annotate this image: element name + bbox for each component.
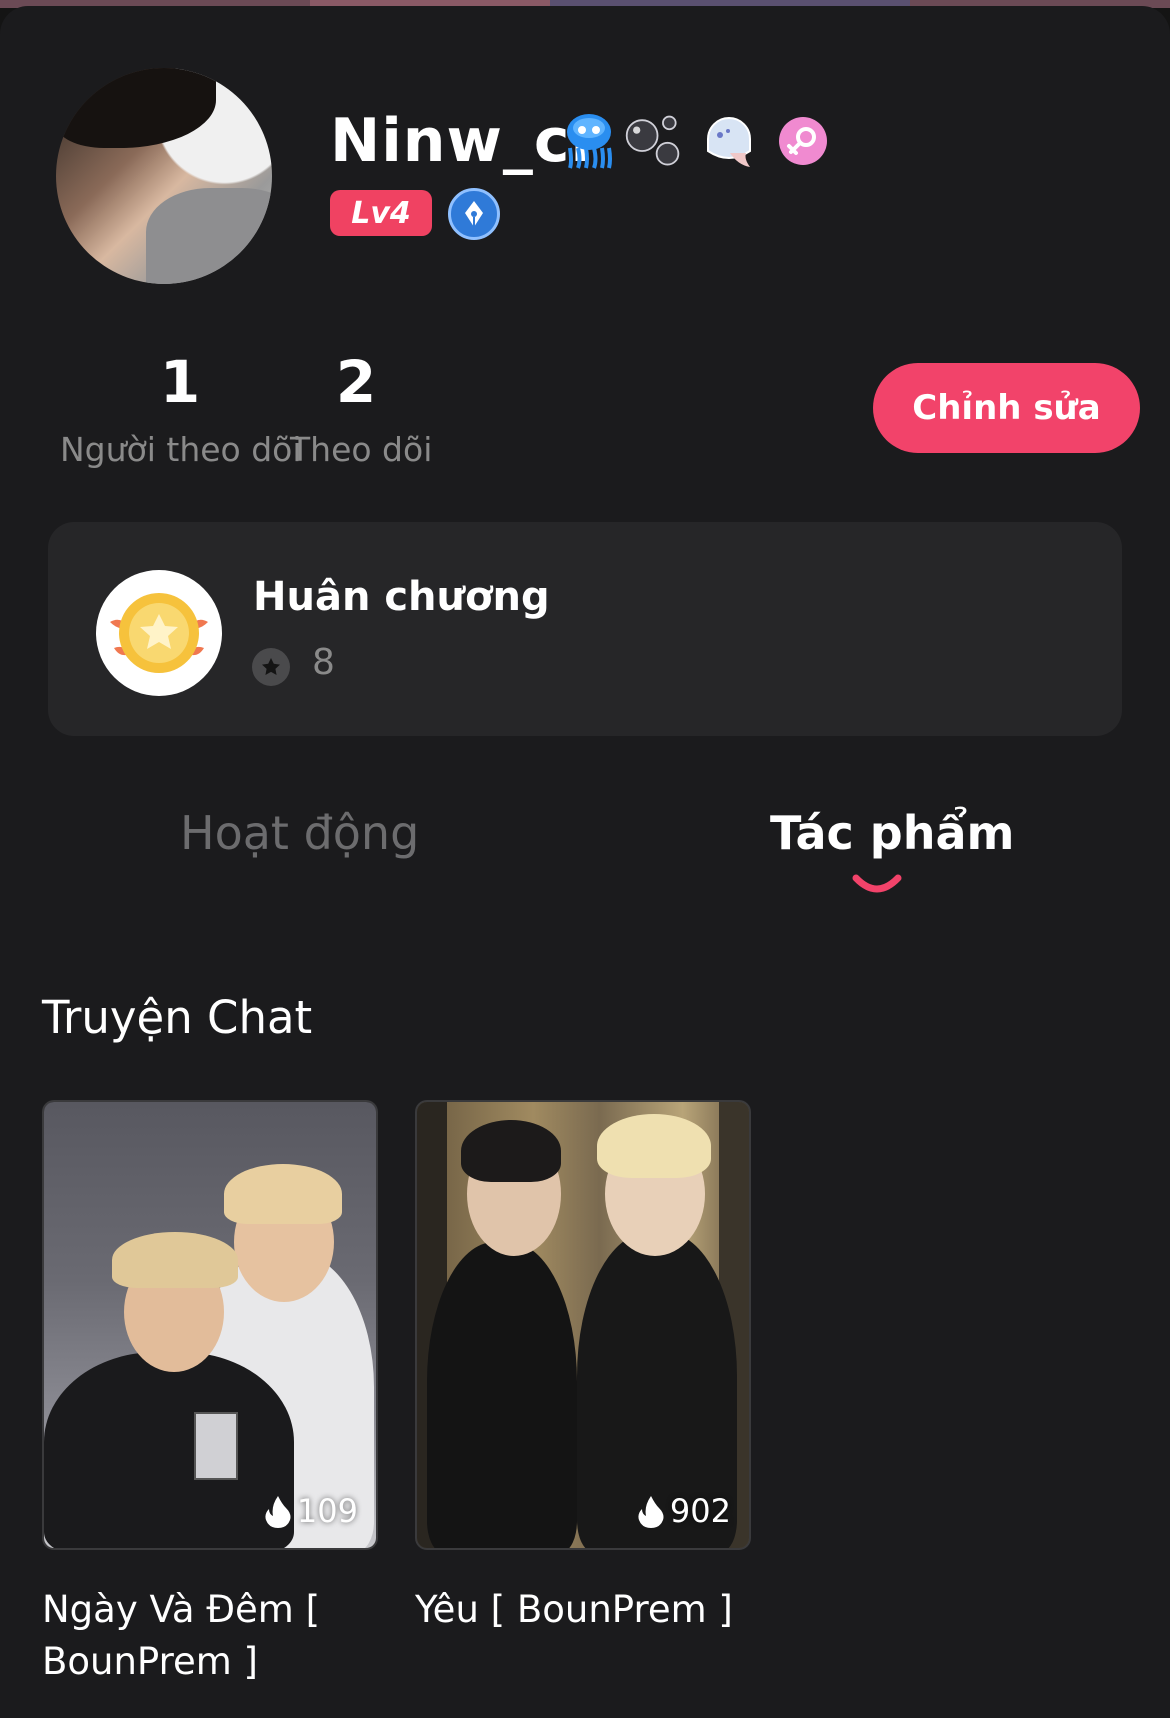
story-cover-image (417, 1102, 749, 1548)
story-card[interactable]: 109 (42, 1100, 378, 1550)
ghost-icon[interactable] (700, 112, 758, 170)
tab-works[interactable]: Tác phẩm (770, 806, 1014, 860)
profile-sheet: Ninw_cr Lv4 1 2 Người theo dõi Theo dõi … (0, 6, 1170, 1718)
following-label[interactable]: Theo dõi (290, 430, 432, 469)
medal-card[interactable]: Huân chương 8 (48, 522, 1122, 736)
level-badge[interactable]: Lv4 (330, 190, 432, 236)
story-title[interactable]: Yêu [ BounPrem ] (415, 1584, 775, 1636)
view-count-value: 902 (669, 1492, 731, 1530)
view-count: 902 (636, 1492, 731, 1530)
fire-icon (638, 1496, 664, 1528)
followers-count[interactable]: 1 (150, 348, 210, 416)
view-count: 109 (263, 1492, 358, 1530)
active-tab-indicator (852, 874, 902, 893)
tab-activity[interactable]: Hoạt động (180, 806, 419, 860)
fire-icon (265, 1496, 291, 1528)
view-count-value: 109 (296, 1492, 358, 1530)
story-title[interactable]: Ngày Và Đêm [ BounPrem ] (42, 1584, 402, 1688)
story-cover-image (44, 1102, 376, 1548)
section-title: Truyện Chat (42, 991, 313, 1044)
edit-profile-button[interactable]: Chỉnh sửa (873, 363, 1140, 453)
followers-label[interactable]: Người theo dõi (60, 430, 302, 469)
medal-title: Huân chương (253, 574, 550, 620)
story-card[interactable]: 902 (415, 1100, 751, 1550)
avatar[interactable] (56, 68, 272, 284)
bubbles-icon[interactable] (624, 112, 682, 170)
following-count[interactable]: 2 (326, 348, 386, 416)
jellyfish-icon[interactable] (560, 112, 618, 170)
medal-count: 8 (312, 642, 335, 683)
star-icon (252, 648, 290, 686)
female-icon (774, 112, 832, 170)
fountain-pen-icon[interactable] (448, 188, 500, 240)
medal-icon (96, 570, 222, 696)
